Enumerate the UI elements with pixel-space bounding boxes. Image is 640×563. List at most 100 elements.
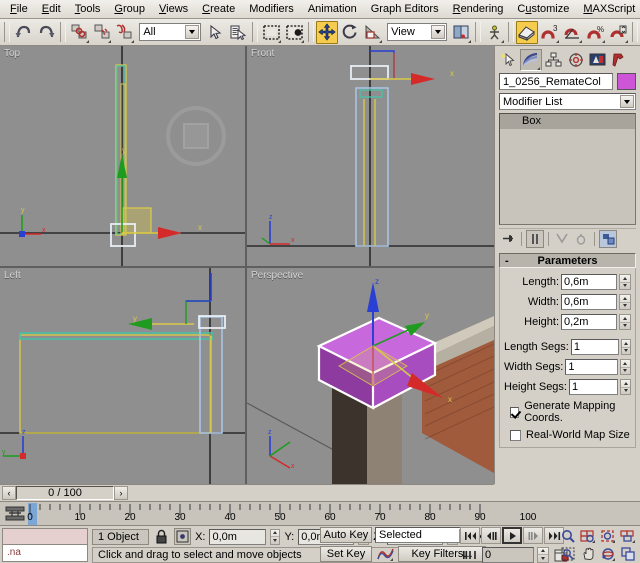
width-field[interactable]: 0,6m	[561, 294, 617, 310]
menu-item-animation[interactable]: Animation	[301, 1, 364, 18]
maximize-viewport-toggle-icon[interactable]	[618, 545, 637, 562]
next-frame-button[interactable]	[523, 527, 543, 544]
width-segs-field[interactable]: 1	[565, 359, 617, 375]
parameters-rollout-header[interactable]: - Parameters	[499, 253, 636, 268]
3d-snap-toggle-icon[interactable]: 3	[538, 21, 561, 44]
menu-item-views[interactable]: Views	[152, 1, 195, 18]
command-tab-utilities[interactable]	[608, 49, 630, 71]
select-and-rotate-button[interactable]	[338, 21, 361, 44]
make-unique-icon[interactable]	[553, 230, 571, 248]
show-end-result-icon[interactable]	[526, 230, 544, 248]
length-field[interactable]: 0,6m	[561, 274, 617, 290]
x-coordinate-field[interactable]: 0,0m	[209, 529, 265, 545]
select-and-manipulate-icon[interactable]	[483, 21, 506, 44]
go-to-start-button[interactable]	[460, 527, 480, 544]
absolute-relative-transform-icon[interactable]	[174, 528, 191, 545]
percent-snap-toggle-icon[interactable]: %	[584, 21, 607, 44]
remove-modifier-icon[interactable]	[572, 230, 590, 248]
height-spinner[interactable]	[619, 314, 631, 330]
rectangular-selection-region-icon[interactable]	[260, 21, 283, 44]
undo-button[interactable]	[12, 21, 35, 44]
pan-view-icon[interactable]	[578, 545, 597, 562]
configure-modifier-sets-icon[interactable]	[599, 230, 617, 248]
zoom-extents-all-icon[interactable]	[618, 527, 637, 544]
current-frame-field[interactable]: 0	[482, 547, 534, 563]
command-tab-hierarchy[interactable]	[542, 49, 564, 71]
chevron-down-icon[interactable]	[185, 25, 199, 39]
generate-mapping-coords-row[interactable]: Generate Mapping Coords.	[504, 400, 631, 424]
object-color-swatch[interactable]	[617, 73, 636, 90]
width-spinner[interactable]	[619, 294, 631, 310]
chevron-down-icon[interactable]	[620, 95, 634, 108]
zoom-icon[interactable]	[558, 527, 577, 544]
redo-button[interactable]	[35, 21, 58, 44]
height-field[interactable]: 0,2m	[561, 314, 617, 330]
arc-rotate-icon[interactable]	[598, 545, 617, 562]
menu-item-graph-editors[interactable]: Graph Editors	[364, 1, 446, 18]
select-and-uniform-scale-button[interactable]	[361, 21, 384, 44]
menu-item-maxscript[interactable]: MAXScript	[576, 1, 640, 18]
viewport-front[interactable]: Front x	[247, 46, 494, 266]
set-key-filters-curve-icon[interactable]	[375, 545, 395, 562]
bind-to-space-warp-icon[interactable]	[113, 21, 136, 44]
menu-item-tools[interactable]: Tools	[68, 1, 108, 18]
modifier-list-dropdown[interactable]: Modifier List	[499, 93, 636, 110]
real-world-map-size-checkbox[interactable]	[510, 430, 521, 441]
field-of-view-icon[interactable]	[558, 545, 577, 562]
menu-item-edit[interactable]: Edit	[35, 1, 68, 18]
command-tab-motion[interactable]	[564, 49, 586, 71]
time-slider-field[interactable]: 0 / 100	[16, 486, 114, 500]
length-segs-field[interactable]: 1	[571, 339, 619, 355]
selection-filter-combo[interactable]: All	[139, 23, 201, 41]
command-tab-create[interactable]	[498, 49, 520, 71]
time-slider-next-button[interactable]: ›	[114, 486, 128, 500]
time-slider-track[interactable]	[128, 485, 494, 502]
pin-stack-icon[interactable]	[499, 230, 517, 248]
menu-item-group[interactable]: Group	[107, 1, 152, 18]
auto-key-button[interactable]: Auto Key	[320, 527, 372, 543]
maxscript-mini-listener[interactable]: .na	[2, 528, 88, 562]
current-frame-spinner[interactable]	[537, 547, 549, 563]
unlink-selection-icon[interactable]	[91, 21, 114, 44]
modifier-stack-item-box[interactable]: Box	[500, 114, 635, 129]
height-segs-spinner[interactable]	[620, 379, 631, 395]
zoom-all-icon[interactable]	[578, 527, 597, 544]
mini-listener-input[interactable]: .na	[2, 545, 88, 562]
use-pivot-point-center-icon[interactable]	[450, 21, 473, 44]
track-bar[interactable]: 0 10 20 30 40 50 60 70 80 90 100	[0, 501, 640, 525]
menu-item-modifiers[interactable]: Modifiers	[242, 1, 301, 18]
viewport-top[interactable]: Top y	[0, 46, 245, 266]
viewport-perspective[interactable]: Perspective	[247, 268, 494, 484]
key-mode-toggle-icon[interactable]	[460, 546, 479, 563]
window-crossing-icon[interactable]	[283, 21, 306, 44]
track-bar-ruler[interactable]: 0 10 20 30 40 50 60 70 80 90 100	[28, 502, 640, 525]
menu-item-create[interactable]: Create	[195, 1, 242, 18]
real-world-map-size-row[interactable]: Real-World Map Size	[504, 429, 631, 441]
generate-mapping-coords-checkbox[interactable]	[510, 407, 519, 418]
angle-snap-toggle-icon[interactable]	[561, 21, 584, 44]
viewport-left[interactable]: Left y	[0, 268, 245, 484]
select-by-name-icon[interactable]	[227, 21, 250, 44]
menu-item-rendering[interactable]: Rendering	[446, 1, 511, 18]
open-mini-curve-editor-icon[interactable]	[4, 505, 26, 522]
viewport-splitter-vertical[interactable]	[245, 46, 247, 484]
mini-listener-output[interactable]	[2, 528, 88, 545]
select-object-icon[interactable]	[204, 21, 227, 44]
set-key-button[interactable]: Set Key	[320, 546, 372, 562]
width-segs-spinner[interactable]	[620, 359, 631, 375]
command-tab-modify[interactable]	[520, 49, 542, 71]
time-slider-prev-button[interactable]: ‹	[2, 486, 16, 500]
object-name-field[interactable]: 1_0256_RemateCol	[499, 73, 613, 90]
spinner-snap-toggle-icon[interactable]	[607, 21, 630, 44]
viewport-splitter-horizontal[interactable]	[0, 266, 494, 268]
x-coordinate-spinner[interactable]	[270, 529, 281, 545]
select-and-move-button[interactable]	[316, 21, 339, 44]
modifier-stack[interactable]: Box	[499, 113, 636, 225]
select-and-link-icon[interactable]	[68, 21, 91, 44]
length-spinner[interactable]	[619, 274, 631, 290]
lock-selection-icon[interactable]	[153, 528, 170, 545]
chevron-down-icon[interactable]	[431, 25, 445, 39]
command-tab-display[interactable]	[586, 49, 608, 71]
reference-coordinate-system-combo[interactable]: View	[387, 23, 447, 41]
menu-item-file[interactable]: FFileile	[3, 1, 35, 18]
